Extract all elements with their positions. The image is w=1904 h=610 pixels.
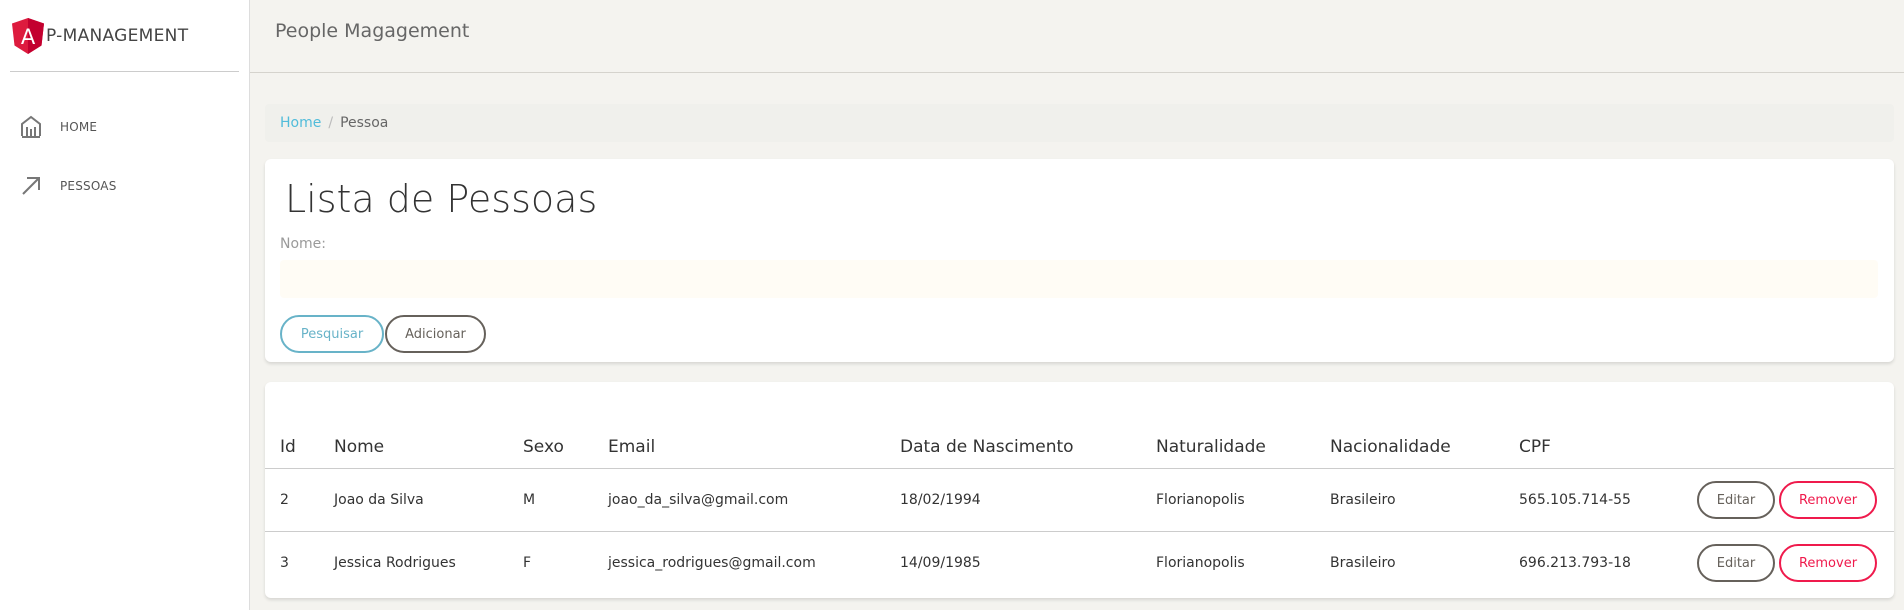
column-header-naturalidade: Naturalidade <box>1141 426 1315 469</box>
remove-button[interactable]: Remover <box>1779 481 1877 519</box>
cell-nome: Joao da Silva <box>319 468 508 532</box>
brand[interactable]: A P-MANAGEMENT <box>12 18 188 54</box>
cell-sexo: M <box>508 468 593 532</box>
brand-divider <box>10 71 239 72</box>
bank-icon <box>21 115 41 138</box>
sidebar-item-home[interactable]: HOME <box>20 115 97 139</box>
cell-nascimento: 14/09/1985 <box>900 555 981 571</box>
column-header-sexo: Sexo <box>508 426 593 469</box>
cell-id: 3 <box>280 555 289 571</box>
cell-sexo: F <box>523 555 532 571</box>
column-header-id: Id <box>265 426 319 469</box>
table-header-row: Id Nome Sexo Email Data de Nascimento Na… <box>265 426 1894 469</box>
cell-email: joao_da_silva@gmail.com <box>593 468 885 532</box>
column-header-nacionalidade: Nacionalidade <box>1315 426 1504 469</box>
cell-nacionalidade: Brasileiro <box>1330 555 1396 571</box>
people-table-card: Id Nome Sexo Email Data de Nascimento Na… <box>265 382 1894 598</box>
sidebar-item-label: PESSOAS <box>60 179 117 193</box>
brand-name: P-MANAGEMENT <box>46 26 189 46</box>
table-row: 3 Jessica Rodrigues F jessica_rodrigues@… <box>265 532 1894 595</box>
cell-cpf: 696.213.793-18 <box>1519 555 1631 571</box>
cell-actions: Editar Remover <box>1682 532 1894 595</box>
edit-button[interactable]: Editar <box>1697 544 1775 582</box>
angular-logo-icon: A <box>12 18 44 54</box>
cell-nascimento: 18/02/1994 <box>885 468 1141 532</box>
edit-button[interactable]: Editar <box>1697 481 1775 519</box>
cell-email: jessica_rodrigues@gmail.com <box>608 555 816 571</box>
column-header-nome: Nome <box>319 426 508 469</box>
search-card: Lista de Pessoas Nome: Pesquisar Adicion… <box>265 159 1894 362</box>
column-header-actions <box>1682 426 1894 469</box>
name-input[interactable] <box>280 260 1878 298</box>
column-header-email: Email <box>593 426 885 469</box>
breadcrumb-current: Pessoa <box>340 115 389 131</box>
table-row: 2 Joao da Silva M joao_da_silva@gmail.co… <box>265 468 1894 532</box>
cell-actions: Editar Remover <box>1682 468 1894 532</box>
breadcrumb-separator: / <box>328 115 334 131</box>
sidebar-item-label: HOME <box>60 120 98 134</box>
top-navbar: People Magagement <box>250 0 1904 73</box>
sidebar: A P-MANAGEMENT HOME PESSOAS <box>0 0 250 610</box>
cell-naturalidade: Florianopolis <box>1156 555 1245 571</box>
column-header-cpf: CPF <box>1504 426 1682 469</box>
add-button[interactable]: Adicionar <box>385 315 486 353</box>
remove-button[interactable]: Remover <box>1779 544 1877 582</box>
cell-naturalidade: Florianopolis <box>1141 468 1315 532</box>
list-title: Lista de Pessoas <box>285 177 598 221</box>
column-header-data-nascimento: Data de Nascimento <box>885 426 1141 469</box>
search-button[interactable]: Pesquisar <box>280 315 384 353</box>
cell-cpf: 565.105.714-55 <box>1504 468 1682 532</box>
page-title: People Magagement <box>275 20 470 42</box>
breadcrumb-home-link[interactable]: Home <box>280 115 321 131</box>
people-table: Id Nome Sexo Email Data de Nascimento Na… <box>265 426 1894 594</box>
breadcrumb: Home / Pessoa <box>265 104 1894 142</box>
cell-id: 2 <box>265 468 319 532</box>
sidebar-item-pessoas[interactable]: PESSOAS <box>20 175 117 197</box>
cell-nome: Jessica Rodrigues <box>334 555 456 571</box>
logo-letter: A <box>21 25 36 49</box>
arrow-up-right-icon <box>22 177 40 195</box>
name-label: Nome: <box>280 236 327 252</box>
cell-nacionalidade: Brasileiro <box>1315 468 1504 532</box>
